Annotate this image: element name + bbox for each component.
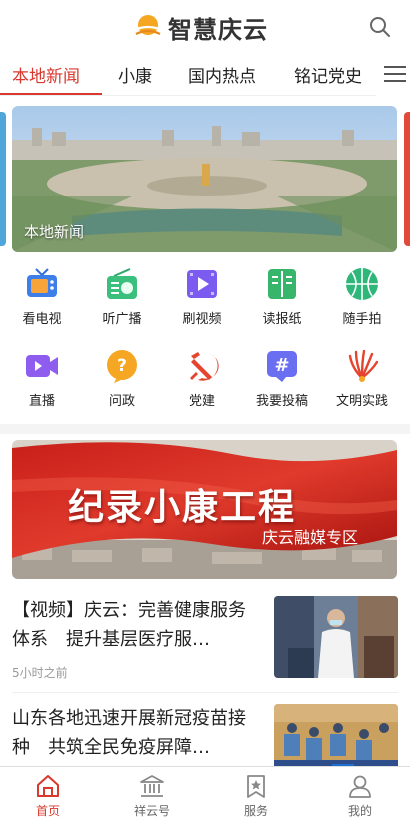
civilization-logo-icon <box>348 349 379 382</box>
clinic-photo <box>274 596 398 678</box>
grid-label: 直播 <box>28 394 55 409</box>
promo-subtitle: 庆云融媒专区 <box>262 528 359 547</box>
nav-home[interactable]: 首页 <box>8 773 88 819</box>
tab-local-news[interactable]: 本地新闻 <box>12 62 80 87</box>
grid-label: 随手拍 <box>342 312 382 327</box>
active-tab-indicator <box>0 93 102 95</box>
grid-label: 我要投稿 <box>255 394 308 409</box>
grid-label: 听广播 <box>102 312 142 327</box>
grid-item-radio[interactable]: 听广播 <box>82 266 162 327</box>
nav-label: 首页 <box>35 804 60 818</box>
news-time: 5小时之前 <box>12 666 68 680</box>
tab-xiaokang[interactable]: 小康 <box>118 62 152 87</box>
svg-text:?: ? <box>117 356 127 376</box>
news-separator <box>12 692 398 693</box>
next-banner-peek <box>404 112 410 246</box>
newspaper-icon <box>268 269 296 299</box>
grid-label: 党建 <box>188 394 215 409</box>
hashtag-icon: # <box>267 351 297 382</box>
grid-label: 刷视频 <box>182 312 222 327</box>
institution-icon <box>140 775 164 797</box>
news-item[interactable]: 山东各地迅速开展新冠疫苗接种 共筑全民免疫屏障… <box>12 704 398 786</box>
banner-caption: 本地新闻 <box>24 223 85 241</box>
grid-item-watch-tv[interactable]: 看电视 <box>2 266 82 327</box>
news-item[interactable]: 【视频】庆云：完善健康服务体系 提升基层医疗服… 5小时之前 <box>12 596 398 680</box>
nav-label: 我的 <box>347 804 372 818</box>
nav-label: 服务 <box>243 804 268 818</box>
app-header: 智慧庆云 <box>0 0 410 54</box>
home-icon <box>37 775 59 797</box>
grid-label: 问政 <box>108 394 135 409</box>
grid-item-party-building[interactable]: 党建 <box>162 348 242 409</box>
grid-label: 读报纸 <box>262 312 302 327</box>
grid-label: 文明实践 <box>335 394 388 409</box>
svg-text:#: # <box>274 355 289 376</box>
ball-icon <box>346 268 378 300</box>
xiaokang-promo-banner[interactable]: 纪录小康工程 庆云融媒专区 <box>12 440 397 579</box>
grid-item-short-video[interactable]: 刷视频 <box>162 266 242 327</box>
banner-carousel[interactable]: 本地新闻 <box>0 106 410 252</box>
news-title: 山东各地迅速开展新冠疫苗接种 共筑全民免疫屏障… <box>12 708 246 758</box>
question-icon: ? <box>107 350 137 383</box>
prev-banner-peek <box>0 112 6 246</box>
promo-title: 纪录小康工程 <box>68 487 297 528</box>
grid-item-snapshot[interactable]: 随手拍 <box>322 266 402 327</box>
sun-logo-icon <box>133 15 163 35</box>
grid-item-inquiry[interactable]: ? 问政 <box>82 348 162 409</box>
nav-profile[interactable]: 我的 <box>320 773 400 819</box>
grid-item-civilization-practice[interactable]: 文明实践 <box>322 348 402 409</box>
tab-domestic-hot[interactable]: 国内热点 <box>188 62 256 87</box>
camera-icon <box>26 355 58 377</box>
category-tabs: 本地新闻 小康 国内热点 铭记党史 <box>0 54 410 96</box>
user-icon <box>349 775 371 798</box>
radio-icon <box>107 268 137 299</box>
tv-icon <box>27 268 57 297</box>
news-title: 【视频】庆云：完善健康服务体系 提升基层医疗服… <box>12 600 246 650</box>
nav-services[interactable]: 服务 <box>216 773 296 819</box>
nav-label: 祥云号 <box>133 804 170 818</box>
bookmark-star-icon <box>247 775 265 798</box>
app-logo: 智慧庆云 <box>132 12 268 44</box>
more-tabs-button[interactable] <box>376 54 410 96</box>
grid-label: 看电视 <box>22 312 62 327</box>
video-play-icon <box>187 270 217 298</box>
banner-slide[interactable]: 本地新闻 <box>12 106 397 252</box>
app-title: 智慧庆云 <box>168 15 268 44</box>
grid-item-live[interactable]: 直播 <box>2 348 82 409</box>
tab-party-history[interactable]: 铭记党史 <box>294 62 362 87</box>
party-emblem-icon <box>190 352 219 381</box>
grid-item-submit-article[interactable]: # 我要投稿 <box>242 348 322 409</box>
grid-item-newspaper[interactable]: 读报纸 <box>242 266 322 327</box>
bottom-navigation: 首页 祥云号 服务 我的 <box>0 766 410 821</box>
nav-xiangyun-account[interactable]: 祥云号 <box>112 773 192 819</box>
news-thumbnail <box>274 596 398 678</box>
section-divider <box>0 424 410 434</box>
search-icon[interactable] <box>368 15 392 39</box>
